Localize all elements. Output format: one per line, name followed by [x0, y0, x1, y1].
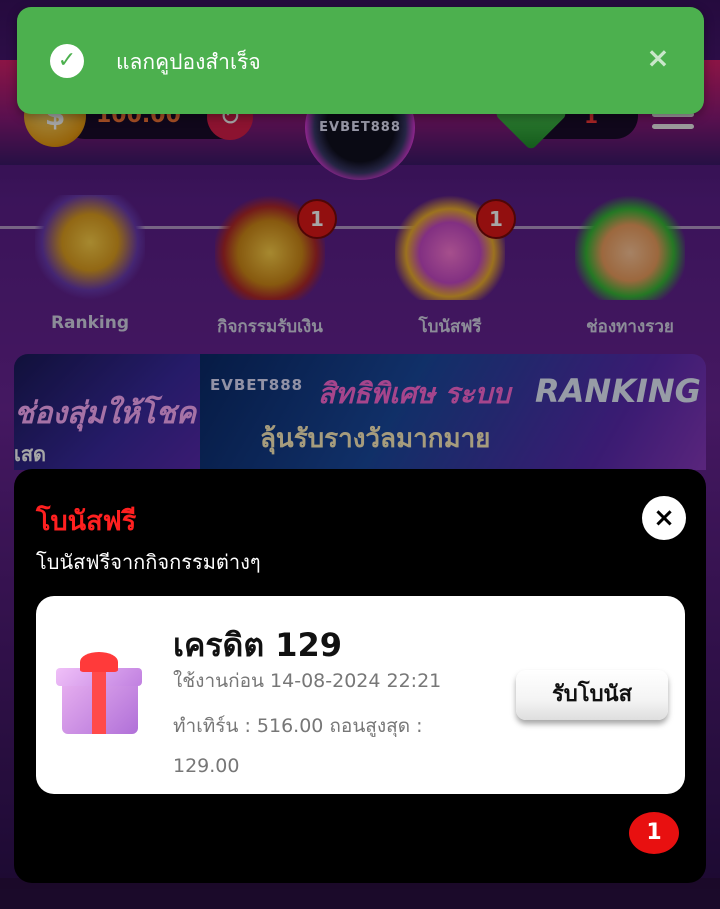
free-bonus-modal: โบนัสฟรี โบนัสฟรีจากกิจกรรมต่างๆ × เครดิ…: [14, 469, 706, 883]
modal-title: โบนัสฟรี: [36, 506, 137, 537]
bonus-credit-title: เครดิต 129: [173, 626, 343, 664]
gift-box-icon: [56, 652, 142, 738]
toast-close-icon[interactable]: ×: [643, 43, 673, 73]
modal-close-button[interactable]: ×: [642, 496, 686, 540]
page-indicator-badge[interactable]: 1: [629, 812, 679, 854]
bonus-turnover: ทำเทิร์น : 516.00 ถอนสูงสุด : 129.00: [173, 715, 423, 777]
bonus-expiry: ใช้งานก่อน 14-08-2024 22:21: [173, 670, 442, 692]
bonus-card: เครดิต 129 ใช้งานก่อน 14-08-2024 22:21 ท…: [36, 596, 685, 794]
claim-bonus-button[interactable]: รับโบนัส: [516, 670, 668, 720]
toast-message: แลกคูปองสำเร็จ: [116, 50, 261, 74]
check-circle-icon: ✓: [50, 44, 84, 78]
success-toast: ✓ แลกคูปองสำเร็จ ×: [17, 7, 704, 114]
modal-subtitle: โบนัสฟรีจากกิจกรรมต่างๆ: [36, 550, 261, 574]
